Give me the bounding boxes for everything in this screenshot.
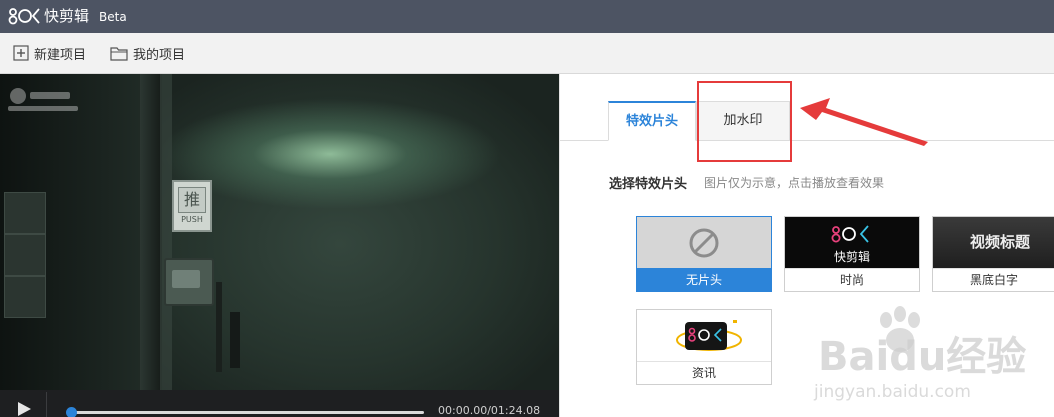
app-name: 快剪辑 (44, 7, 90, 25)
new-project-icon (13, 45, 29, 61)
video-door-bolt (230, 312, 240, 368)
my-projects-button[interactable]: 我的项目 (110, 33, 185, 73)
app-beta-label: Beta (99, 10, 127, 24)
video-door-lock-plate (172, 270, 200, 288)
intro-card-label: 无片头 (637, 268, 771, 291)
intro-card-black-white[interactable]: 视频标题 黑底白字 (932, 216, 1054, 292)
intro-card-label: 黑底白字 (933, 268, 1054, 291)
section-hint: 图片仅为示意，点击播放查看效果 (704, 176, 885, 190)
fashion-thumb-text: 快剪辑 (833, 250, 870, 264)
section-title: 选择特效片头 (609, 177, 688, 192)
timecode: 00:00.00/01:24.08 (438, 404, 541, 417)
prohibited-icon (689, 228, 719, 258)
intro-card-label: 时尚 (785, 268, 919, 291)
video-preview[interactable]: 推 PUSH 00:00.00/01:24.08 (0, 74, 559, 417)
video-door-sign: 推 PUSH (172, 180, 212, 232)
play-icon[interactable] (15, 400, 33, 417)
new-project-label: 新建项目 (34, 47, 87, 63)
video-door-handle (216, 282, 222, 372)
controls-divider (46, 392, 47, 417)
intro-card-label: 资讯 (637, 361, 771, 384)
intro-card-thumb: 快剪辑 (785, 217, 919, 268)
intro-card-fashion[interactable]: 快剪辑 时尚 (784, 216, 920, 292)
video-door-frame-edge (160, 74, 172, 390)
door-sign-text: PUSH (181, 215, 203, 224)
my-projects-label: 我的项目 (133, 47, 186, 63)
folder-icon (110, 46, 128, 61)
app-logo-icon (8, 8, 40, 25)
intro-card-thumb: 视频标题 (933, 217, 1054, 268)
player-controls: 00:00.00/01:24.08 (0, 390, 559, 417)
tab-intro-effects[interactable]: 特效片头 (608, 101, 696, 141)
video-wall-box (4, 276, 46, 318)
video-door-frame (140, 74, 162, 390)
tab-add-watermark[interactable]: 加水印 (696, 101, 790, 141)
video-wall-box (4, 234, 46, 276)
progress-knob[interactable] (66, 407, 77, 417)
new-project-button[interactable]: 新建项目 (13, 33, 86, 73)
progress-bar[interactable] (68, 411, 424, 414)
title-bar: 快剪辑 Beta (0, 0, 1054, 33)
black-white-thumb-text: 视频标题 (969, 233, 1030, 251)
intro-card-thumb (637, 310, 771, 361)
news-logo-icon (676, 320, 742, 351)
effects-panel: 特效片头 加水印 选择特效片头 图片仅为示意，点击播放查看效果 无片头 快剪辑 … (559, 74, 1054, 417)
video-watermark-icon (8, 88, 78, 111)
intro-card-none[interactable]: 无片头 (636, 216, 772, 292)
intro-card-news[interactable]: 资讯 (636, 309, 772, 385)
video-wall-box (4, 192, 46, 234)
door-sign-glyph: 推 (178, 187, 206, 213)
toolbar: 新建项目 我的项目 (0, 33, 1054, 74)
intro-card-thumb (637, 217, 771, 268)
